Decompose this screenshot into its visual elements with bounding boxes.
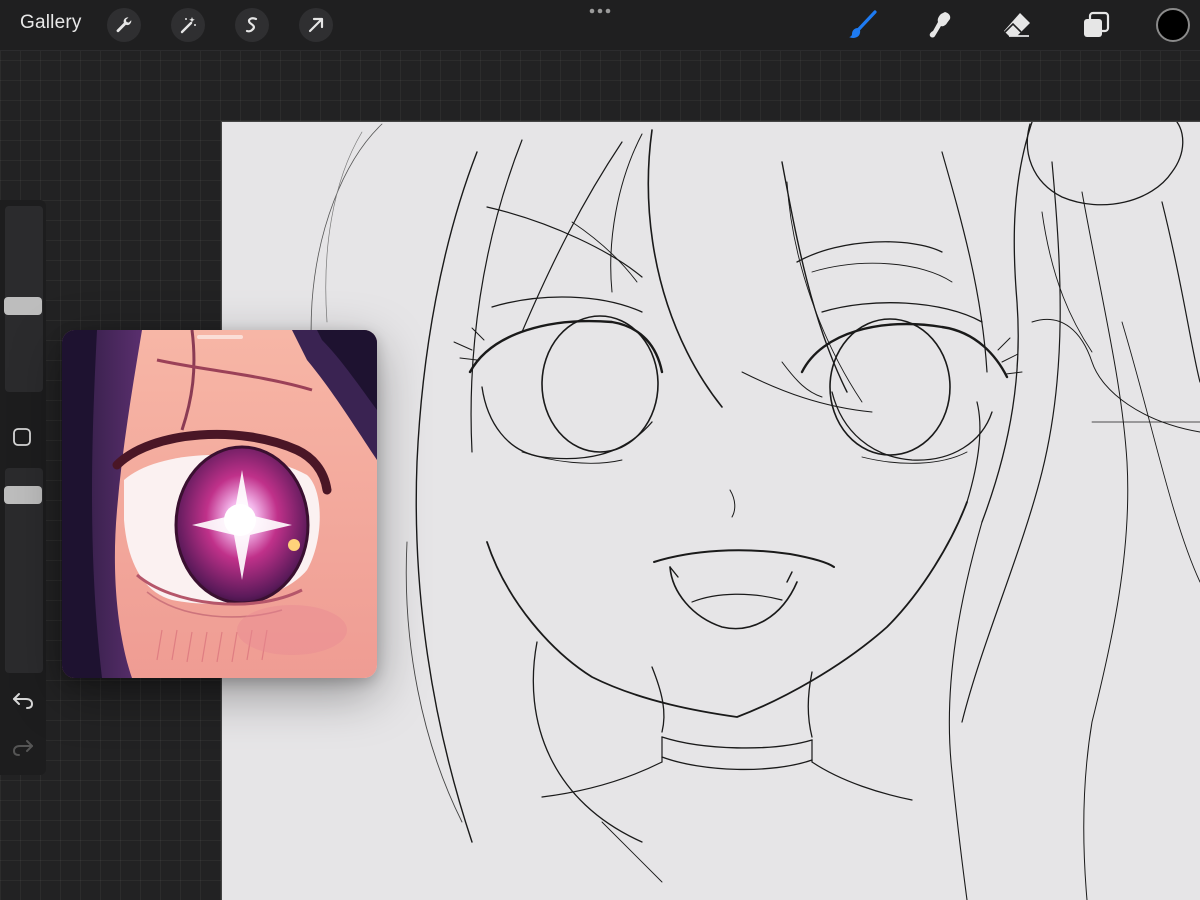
wrench-icon <box>116 17 132 33</box>
opacity-thumb[interactable] <box>4 486 42 504</box>
magic-wand-icon <box>180 17 196 34</box>
gallery-button[interactable]: Gallery <box>20 12 82 34</box>
redo-button[interactable] <box>11 735 35 759</box>
modify-button[interactable] <box>12 427 32 447</box>
transform-button[interactable] <box>299 8 333 42</box>
reference-window[interactable] <box>62 330 377 678</box>
undo-button[interactable] <box>11 688 35 712</box>
layers-icon <box>1084 11 1110 37</box>
actions-button[interactable] <box>107 8 141 42</box>
top-toolbar: Gallery <box>0 0 1200 51</box>
smudge-icon <box>929 12 951 38</box>
selection-button[interactable] <box>235 8 269 42</box>
reference-image <box>62 330 377 678</box>
arrow-cursor-icon <box>308 17 324 33</box>
adjustments-button[interactable] <box>171 8 205 42</box>
left-sidebar <box>0 200 46 775</box>
color-picker-button[interactable] <box>1156 8 1190 42</box>
eraser-icon <box>1004 13 1030 37</box>
smudge-tool-button[interactable] <box>920 6 958 44</box>
more-dots-icon[interactable] <box>588 6 612 16</box>
brush-icon <box>849 10 877 38</box>
eraser-tool-button[interactable] <box>998 6 1036 44</box>
brush-size-thumb[interactable] <box>4 297 42 315</box>
selection-s-icon <box>245 17 258 33</box>
layers-button[interactable] <box>1077 6 1115 44</box>
reference-drag-handle[interactable] <box>197 335 243 339</box>
brush-tool-button[interactable] <box>843 6 881 44</box>
